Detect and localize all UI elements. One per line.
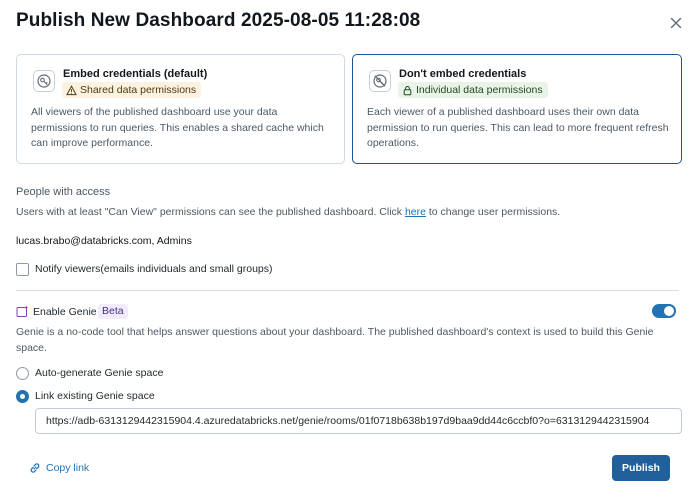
credential-off-icon [369,70,391,92]
toggle-knob [664,306,674,316]
link-existing-genie-radio[interactable] [16,390,29,403]
individual-permissions-badge: Individual data permissions [398,82,548,98]
notify-viewers-checkbox[interactable] [16,263,29,276]
beta-badge: Beta [98,304,128,319]
genie-description: Genie is a no-code tool that helps answe… [16,326,654,354]
warning-icon [66,84,77,95]
section-divider [16,290,679,291]
lock-icon [403,85,412,95]
enable-genie-label: Enable Genie [33,306,97,318]
shared-permissions-badge: Shared data permissions [62,82,202,98]
access-owners: lucas.brabo@databricks.com, Admins [16,235,192,247]
change-permissions-link[interactable]: here [405,206,426,218]
publish-button[interactable]: Publish [612,455,670,481]
copy-link-label: Copy link [46,462,90,474]
auto-generate-genie-label[interactable]: Auto-generate Genie space [35,367,163,379]
people-with-access-label: People with access [16,186,111,198]
option-title: Don't embed credentials [399,68,527,80]
notify-label-main: Notify viewers [35,263,101,275]
badge-label: Individual data permissions [416,84,543,96]
embed-credentials-option[interactable]: Embed credentials (default) Shared data … [16,54,345,164]
enable-genie-toggle[interactable] [652,304,676,318]
option-description: Each viewer of a published dashboard use… [367,106,669,149]
badge-label: Shared data permissions [80,84,197,96]
credential-icon [33,70,55,92]
genie-sparkle-icon [16,305,29,318]
notify-viewers-label[interactable]: Notify viewers(emails individuals and sm… [35,263,273,275]
dont-embed-credentials-option[interactable]: Don't embed credentials Individual data … [352,54,682,164]
dialog-title: Publish New Dashboard 2025-08-05 11:28:0… [16,10,421,31]
permissions-help-text: Users with at least "Can View" permissio… [16,206,560,218]
option-title: Embed credentials (default) [63,68,208,80]
close-icon[interactable] [667,14,685,32]
copy-link-button[interactable]: Copy link [28,461,89,475]
auto-generate-genie-radio[interactable] [16,367,29,380]
help-text-suffix: to change user permissions. [425,206,561,218]
option-description: All viewers of the published dashboard u… [31,106,324,149]
notify-label-detail: (emails individuals and small groups) [100,263,273,275]
link-icon [30,463,40,473]
link-existing-genie-label[interactable]: Link existing Genie space [35,390,155,402]
help-text-prefix: Users with at least "Can View" permissio… [16,206,405,218]
genie-space-url-input[interactable] [35,408,682,434]
